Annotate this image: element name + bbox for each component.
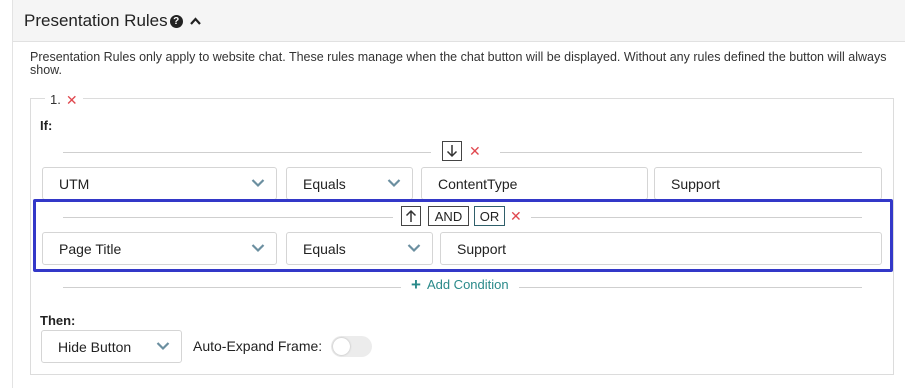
chevron-down-icon	[156, 342, 170, 351]
input-value: Support	[457, 240, 507, 257]
divider-line	[500, 152, 862, 153]
left-divider	[12, 0, 13, 388]
divider-line	[63, 152, 431, 153]
chevron-down-icon	[251, 244, 265, 253]
delete-condition-icon[interactable]: ✕	[469, 144, 481, 158]
arrow-up-icon	[405, 209, 417, 222]
section-header[interactable]: Presentation Rules ?	[13, 0, 905, 42]
then-label: Then:	[40, 313, 76, 328]
action-select[interactable]: Hide Button	[41, 330, 182, 363]
if-label: If:	[40, 118, 53, 133]
condition-operator-select[interactable]: Equals	[286, 167, 413, 200]
plus-icon: +	[411, 275, 421, 294]
delete-rule-icon[interactable]: ✕	[66, 93, 78, 107]
add-condition-button[interactable]: + Add Condition	[401, 276, 519, 293]
add-condition-label: Add Condition	[426, 277, 509, 292]
condition-value-input[interactable]: Support	[654, 167, 882, 200]
move-up-button[interactable]	[401, 206, 421, 226]
rule-number: 1.	[50, 92, 61, 107]
input-value: Support	[671, 175, 721, 192]
caret-up-icon[interactable]	[189, 16, 201, 25]
auto-expand-toggle[interactable]	[331, 336, 372, 357]
auto-expand-label: Auto-Expand Frame:	[193, 338, 323, 354]
delete-condition-icon[interactable]: ✕	[510, 209, 522, 223]
select-value: Page Title	[59, 240, 122, 257]
select-value: Equals	[303, 240, 346, 257]
chevron-down-icon	[387, 179, 401, 188]
condition-field-select[interactable]: UTM	[42, 167, 277, 200]
move-down-button[interactable]	[442, 141, 462, 161]
arrow-down-icon	[446, 145, 458, 158]
or-connector-button[interactable]: OR	[474, 206, 505, 226]
toggle-knob	[333, 338, 350, 355]
help-icon[interactable]: ?	[169, 14, 183, 28]
description-text: Presentation Rules only apply to website…	[30, 50, 887, 77]
condition-field-select[interactable]: Page Title	[42, 232, 277, 265]
divider-line	[63, 217, 393, 218]
condition-key-input[interactable]: ContentType	[421, 167, 648, 200]
select-value: Equals	[303, 175, 346, 192]
select-value: Hide Button	[58, 338, 132, 355]
divider-line	[531, 217, 862, 218]
chevron-down-icon	[251, 179, 265, 188]
input-value: ContentType	[438, 175, 518, 192]
condition-value-input[interactable]: Support	[440, 232, 882, 265]
select-value: UTM	[59, 175, 90, 192]
condition-operator-select[interactable]: Equals	[286, 232, 433, 265]
rule-heading: 1. ✕	[45, 92, 83, 107]
chevron-down-icon	[407, 244, 421, 253]
section-title: Presentation Rules	[24, 10, 168, 30]
and-connector-button[interactable]: AND	[428, 206, 469, 226]
